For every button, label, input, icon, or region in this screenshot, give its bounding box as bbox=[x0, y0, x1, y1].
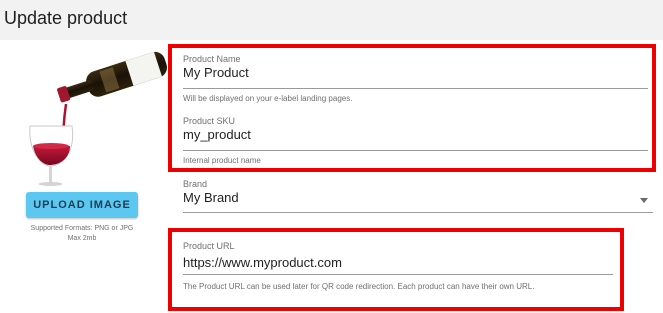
brand-underline bbox=[183, 212, 653, 213]
upload-image-button[interactable]: UPLOAD IMAGE bbox=[26, 192, 138, 218]
update-product-page: Update product UPLOAD IMAGE Supported Fo… bbox=[0, 0, 663, 313]
page-title: Update product bbox=[4, 8, 128, 28]
highlight-box-url bbox=[168, 228, 624, 311]
supported-formats-note: Supported Formats: PNG or JPG Max 2mb bbox=[22, 224, 142, 244]
formats-line: Supported Formats: PNG or JPG bbox=[30, 225, 134, 232]
highlight-box-name-sku bbox=[168, 44, 656, 172]
brand-selected-value[interactable]: My Brand bbox=[183, 190, 239, 205]
brand-label: Brand bbox=[183, 179, 208, 189]
wine-pour-image bbox=[29, 51, 167, 186]
chevron-down-icon[interactable] bbox=[640, 198, 648, 203]
product-image bbox=[22, 48, 168, 186]
brand-select[interactable]: Brand My Brand bbox=[183, 179, 653, 215]
page-header: Update product bbox=[0, 0, 663, 40]
max-size-line: Max 2mb bbox=[67, 235, 97, 242]
